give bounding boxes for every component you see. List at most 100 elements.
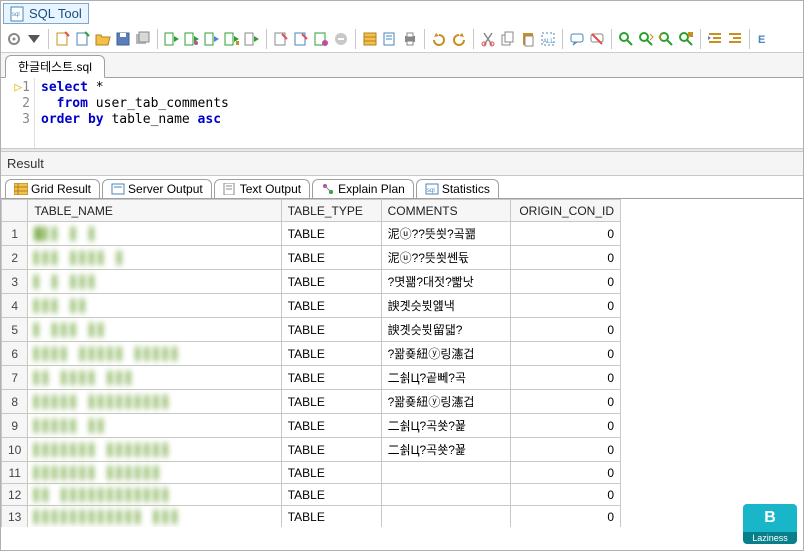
uncomment-icon[interactable] xyxy=(588,30,606,48)
cell-table-type[interactable]: TABLE xyxy=(281,414,381,438)
cell-origin[interactable]: 0 xyxy=(511,462,621,484)
cell-origin[interactable]: 0 xyxy=(511,414,621,438)
find-icon[interactable] xyxy=(617,30,635,48)
cell-table-type[interactable]: TABLE xyxy=(281,462,381,484)
cell-comments[interactable]: 二쇩Ц?곹뻬?곡 xyxy=(381,366,510,390)
editor-code[interactable]: select * from user_tab_comments order by… xyxy=(35,78,235,148)
cell-table-name[interactable]: ▌▌▌ ▌▌▌▌ ▌ xyxy=(28,246,281,270)
table-row[interactable]: 13▌▌▌▌▌▌▌▌▌▌▌▌ ▌▌▌TABLE0 xyxy=(2,506,621,528)
find-prev-icon[interactable] xyxy=(657,30,675,48)
table-row[interactable]: 3▌ ▌ ▌▌▌TABLE?몃꽮?대젓?빫낫0 xyxy=(2,270,621,294)
table-row[interactable]: 9▌▌▌▌▌ ▌▌TABLE二쇩Ц?곡쑛?꾩0 xyxy=(2,414,621,438)
edit-sql-icon[interactable] xyxy=(292,30,310,48)
file-tab[interactable]: 한글테스트.sql xyxy=(5,55,105,78)
save-all-icon[interactable] xyxy=(134,30,152,48)
cell-table-name[interactable]: ▌▌ ▌▌▌▌ ▌▌▌ xyxy=(28,366,281,390)
gear-icon[interactable] xyxy=(5,30,23,48)
tab-grid-result[interactable]: Grid Result xyxy=(5,179,100,198)
table-row[interactable]: 4▌▌▌ ▌▌TABLE諛곗슷뷧얦낵0 xyxy=(2,294,621,318)
table-row[interactable]: 7▌▌ ▌▌▌▌ ▌▌▌TABLE二쇩Ц?곹뻬?곡0 xyxy=(2,366,621,390)
select-all-icon[interactable]: ALL xyxy=(539,30,557,48)
cell-comments[interactable]: 泥ⓤ??뜻쐿쎈듃 xyxy=(381,246,510,270)
cell-origin[interactable]: 0 xyxy=(511,484,621,506)
grid-view-icon[interactable] xyxy=(361,30,379,48)
table-row[interactable]: 1█▌▌ ▌ ▌TABLE泥ⓤ??뜻쐿?곸꽮0 xyxy=(2,222,621,246)
run-statement-icon[interactable] xyxy=(163,30,181,48)
cell-origin[interactable]: 0 xyxy=(511,246,621,270)
cell-table-name[interactable]: ▌▌ ▌▌▌▌▌▌▌▌▌▌▌▌ xyxy=(28,484,281,506)
cut-icon[interactable] xyxy=(479,30,497,48)
cell-comments[interactable] xyxy=(381,506,510,528)
tab-server-output[interactable]: Server Output xyxy=(102,179,212,198)
tab-explain-plan[interactable]: Explain Plan xyxy=(312,179,414,198)
cell-table-type[interactable]: TABLE xyxy=(281,342,381,366)
cell-table-type[interactable]: TABLE xyxy=(281,366,381,390)
table-row[interactable]: 11▌▌▌▌▌▌▌ ▌▌▌▌▌▌TABLE0 xyxy=(2,462,621,484)
edit-icon[interactable] xyxy=(272,30,290,48)
table-row[interactable]: 12▌▌ ▌▌▌▌▌▌▌▌▌▌▌▌TABLE0 xyxy=(2,484,621,506)
cell-origin[interactable]: 0 xyxy=(511,270,621,294)
cell-comments[interactable] xyxy=(381,484,510,506)
column-header[interactable]: TABLE_NAME xyxy=(28,200,281,222)
cell-comments[interactable]: ?꽒죶紐ⓨ링瀗겁 xyxy=(381,342,510,366)
table-row[interactable]: 8▌▌▌▌▌ ▌▌▌▌▌▌▌▌▌TABLE?꽒죶紐ⓨ링瀗겁0 xyxy=(2,390,621,414)
cell-table-name[interactable]: ▌▌▌▌▌ ▌▌ xyxy=(28,414,281,438)
cell-table-name[interactable]: ▌ ▌ ▌▌▌ xyxy=(28,270,281,294)
tab-statistics[interactable]: sql Statistics xyxy=(416,179,499,198)
cell-table-type[interactable]: TABLE xyxy=(281,484,381,506)
cell-table-name[interactable]: ▌▌▌ ▌▌ xyxy=(28,294,281,318)
cell-origin[interactable]: 0 xyxy=(511,366,621,390)
run-to-cursor-icon[interactable] xyxy=(203,30,221,48)
column-header[interactable]: ORIGIN_CON_ID xyxy=(511,200,621,222)
cell-table-name[interactable]: █▌▌ ▌ ▌ xyxy=(28,222,281,246)
save-icon[interactable] xyxy=(114,30,132,48)
outdent-icon[interactable] xyxy=(726,30,744,48)
sql-editor[interactable]: 1 2 3 select * from user_tab_comments or… xyxy=(1,78,803,148)
table-row[interactable]: 5▌ ▌▌▌ ▌▌TABLE諛곗슷뷧留댋?0 xyxy=(2,318,621,342)
column-header[interactable]: COMMENTS xyxy=(381,200,510,222)
cell-table-type[interactable]: TABLE xyxy=(281,438,381,462)
cell-comments[interactable]: 二쇩Ц?곡쑛?꾩 xyxy=(381,414,510,438)
cell-comments[interactable]: 泥ⓤ??뜻쐿?곸꽮 xyxy=(381,222,510,246)
paste-icon[interactable] xyxy=(519,30,537,48)
copy-icon[interactable] xyxy=(499,30,517,48)
run-script-icon[interactable] xyxy=(243,30,261,48)
cell-comments[interactable]: ?꽒죶紐ⓨ링瀗겁 xyxy=(381,390,510,414)
text-view-icon[interactable] xyxy=(381,30,399,48)
cell-origin[interactable]: 0 xyxy=(511,506,621,528)
cell-table-type[interactable]: TABLE xyxy=(281,270,381,294)
cell-origin[interactable]: 0 xyxy=(511,438,621,462)
cell-origin[interactable]: 0 xyxy=(511,294,621,318)
replace-icon[interactable] xyxy=(677,30,695,48)
cell-table-name[interactable]: ▌▌▌▌▌▌▌ ▌▌▌▌▌▌ xyxy=(28,462,281,484)
cell-table-type[interactable]: TABLE xyxy=(281,318,381,342)
redo-icon[interactable] xyxy=(450,30,468,48)
print-icon[interactable] xyxy=(401,30,419,48)
cell-table-type[interactable]: TABLE xyxy=(281,390,381,414)
run-cursor-icon[interactable] xyxy=(223,30,241,48)
query-builder-icon[interactable] xyxy=(312,30,330,48)
cell-comments[interactable] xyxy=(381,462,510,484)
column-header[interactable]: TABLE_TYPE xyxy=(281,200,381,222)
table-row[interactable]: 6▌▌▌▌ ▌▌▌▌▌ ▌▌▌▌▌TABLE?꽒죶紐ⓨ링瀗겁0 xyxy=(2,342,621,366)
dropdown-icon[interactable] xyxy=(25,30,43,48)
stop-icon[interactable] xyxy=(332,30,350,48)
run-subquery-icon[interactable] xyxy=(183,30,201,48)
open-file-icon[interactable] xyxy=(94,30,112,48)
cell-origin[interactable]: 0 xyxy=(511,342,621,366)
indent-icon[interactable] xyxy=(706,30,724,48)
new-sql-icon[interactable] xyxy=(54,30,72,48)
table-row[interactable]: 10▌▌▌▌▌▌▌ ▌▌▌▌▌▌▌TABLE二쇩Ц?곡쑛?꾩0 xyxy=(2,438,621,462)
cell-table-type[interactable]: TABLE xyxy=(281,222,381,246)
undo-icon[interactable] xyxy=(430,30,448,48)
cell-comments[interactable]: ?몃꽮?대젓?빫낫 xyxy=(381,270,510,294)
cell-comments[interactable]: 諛곗슷뷧留댋? xyxy=(381,318,510,342)
cell-table-name[interactable]: ▌▌▌▌▌▌▌ ▌▌▌▌▌▌▌ xyxy=(28,438,281,462)
uppercase-icon[interactable]: E xyxy=(755,30,773,48)
cell-table-type[interactable]: TABLE xyxy=(281,506,381,528)
cell-origin[interactable]: 0 xyxy=(511,390,621,414)
cell-comments[interactable]: 二쇩Ц?곡쑛?꾩 xyxy=(381,438,510,462)
cell-table-name[interactable]: ▌ ▌▌▌ ▌▌ xyxy=(28,318,281,342)
new-file-icon[interactable] xyxy=(74,30,92,48)
cell-table-name[interactable]: ▌▌▌▌ ▌▌▌▌▌ ▌▌▌▌▌ xyxy=(28,342,281,366)
